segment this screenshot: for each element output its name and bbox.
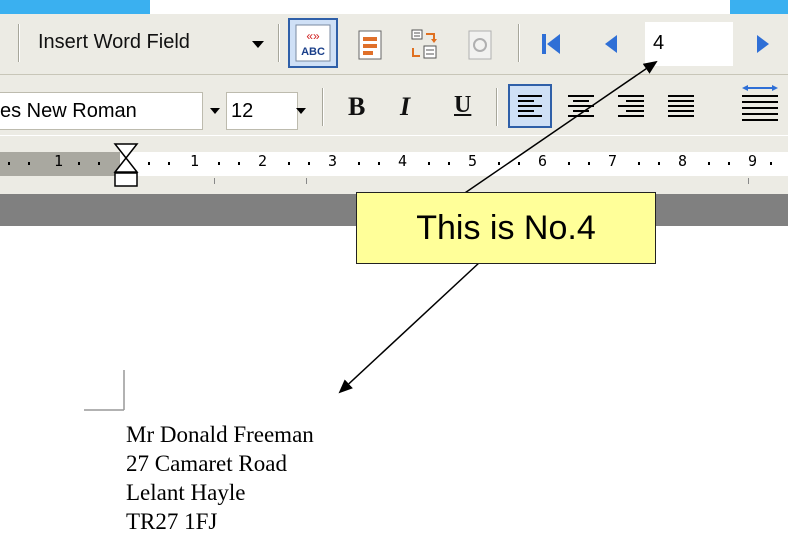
arrow-to-record-field [439,60,658,211]
arrow-to-address [338,261,481,394]
callout-text: This is No.4 [416,208,596,247]
callout-arrows [338,60,658,394]
callout-note: This is No.4 [356,192,656,264]
